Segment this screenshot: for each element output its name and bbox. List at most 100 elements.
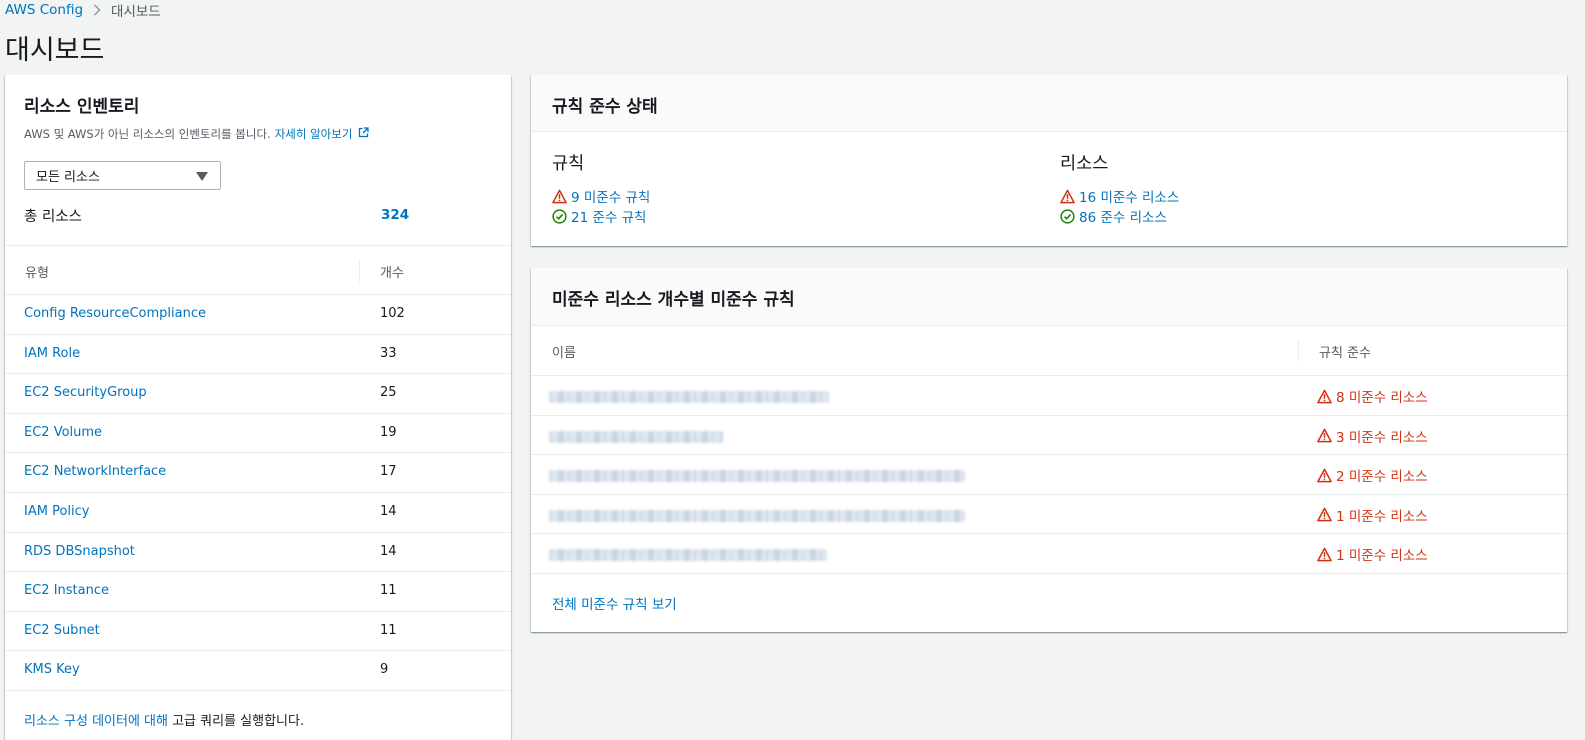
resource-type-link[interactable]: EC2 Subnet <box>24 623 100 638</box>
breadcrumb: AWS Config 대시보드 <box>5 0 161 20</box>
noncompliant-table-body: 8 미준수 리소스 3 미준수 리소스 2 미준수 리소스 1 미준수 리소스 <box>531 376 1567 574</box>
column-header-type[interactable]: 유형 <box>25 262 49 281</box>
rule-name-link-redacted[interactable] <box>549 509 965 522</box>
compliant-resources-link[interactable]: 86 준수 리소스 <box>1079 206 1167 226</box>
table-row: Config ResourceCompliance 102 <box>5 295 511 335</box>
rule-compliance-status: 8 미준수 리소스 <box>1317 386 1428 406</box>
table-row: 2 미준수 리소스 <box>531 455 1567 495</box>
column-header-name[interactable]: 이름 <box>552 342 576 361</box>
learn-more-link[interactable]: 자세히 알아보기 <box>275 126 369 142</box>
table-row: 1 미준수 리소스 <box>531 495 1567 535</box>
table-row: EC2 Volume 19 <box>5 414 511 454</box>
breadcrumb-current: 대시보드 <box>111 4 161 20</box>
resource-count: 25 <box>380 385 397 401</box>
breadcrumb-aws-config[interactable]: AWS Config <box>5 2 83 18</box>
check-circle-icon <box>1060 208 1075 224</box>
resources-heading: 리소스 <box>1060 154 1109 174</box>
noncompliant-resource-count: 3 미준수 리소스 <box>1336 429 1428 446</box>
resource-type-link[interactable]: KMS Key <box>24 662 80 677</box>
noncompliant-rules-title: 미준수 리소스 개수별 미준수 규칙 <box>552 290 795 310</box>
rule-compliance-status: 1 미준수 리소스 <box>1317 505 1428 525</box>
resource-filter-value: 모든 리소스 <box>36 170 100 185</box>
resource-count: 11 <box>380 622 397 638</box>
inventory-description: AWS 및 AWS가 아닌 리소스의 인벤토리를 봅니다. 자세히 알아보기 <box>24 126 369 142</box>
compliant-rules-link[interactable]: 21 준수 규칙 <box>571 206 646 226</box>
inventory-table-body: Config ResourceCompliance 102 IAM Role 33 … <box>5 295 511 691</box>
resource-type-link[interactable]: Config ResourceCompliance <box>24 306 206 321</box>
noncompliant-resource-count: 1 미준수 리소스 <box>1336 508 1428 525</box>
resource-count: 33 <box>380 345 397 361</box>
rule-name-link-redacted[interactable] <box>549 391 829 403</box>
column-divider <box>1298 340 1299 362</box>
resources-noncompliant-line: 16 미준수 리소스 <box>1060 186 1179 206</box>
noncompliant-resource-count: 8 미준수 리소스 <box>1336 390 1428 406</box>
noncompliant-resources-link[interactable]: 16 미준수 리소스 <box>1079 186 1179 206</box>
resource-type-link[interactable]: EC2 Instance <box>24 583 109 598</box>
rule-compliance-status: 1 미준수 리소스 <box>1317 544 1428 564</box>
resource-type-link[interactable]: RDS DBSnapshot <box>24 544 135 559</box>
check-circle-icon <box>552 208 567 224</box>
column-divider <box>359 260 360 282</box>
resource-count: 14 <box>380 543 397 559</box>
warning-icon <box>1317 389 1332 404</box>
resource-type-link[interactable]: EC2 NetworkInterface <box>24 464 166 479</box>
table-row: RDS DBSnapshot 14 <box>5 533 511 573</box>
total-resources-count[interactable]: 324 <box>381 207 409 223</box>
advanced-query-link[interactable]: 리소스 구성 데이터에 대해 <box>24 714 168 729</box>
rules-column: 규칙 9 미준수 규칙 21 준수 규칙 <box>552 150 650 226</box>
resource-count: 102 <box>380 306 405 321</box>
resource-filter-select[interactable]: 모든 리소스 <box>24 161 221 190</box>
view-all-noncompliant-rules-link[interactable]: 전체 미준수 규칙 보기 <box>552 593 677 613</box>
rule-name-link-redacted[interactable] <box>549 430 723 443</box>
compliance-header: 규칙 준수 상태 <box>531 75 1567 132</box>
noncompliant-resource-count: 2 미준수 리소스 <box>1336 469 1428 486</box>
table-row: IAM Role 33 <box>5 335 511 375</box>
inventory-description-text: AWS 및 AWS가 아닌 리소스의 인벤토리를 봅니다. <box>24 127 271 141</box>
column-header-count[interactable]: 개수 <box>380 262 404 281</box>
table-row: EC2 Subnet 11 <box>5 612 511 652</box>
resource-count: 14 <box>380 503 397 519</box>
noncompliant-table-header: 이름 규칙 준수 <box>531 326 1567 376</box>
external-link-icon <box>358 127 369 138</box>
compliance-title: 규칙 준수 상태 <box>552 97 658 117</box>
inventory-table-header: 유형 개수 <box>5 245 511 295</box>
table-row: EC2 NetworkInterface 17 <box>5 453 511 493</box>
warning-icon <box>552 189 567 204</box>
resource-type-link[interactable]: IAM Role <box>24 346 80 361</box>
table-row: EC2 Instance 11 <box>5 572 511 612</box>
noncompliant-rules-header: 미준수 리소스 개수별 미준수 규칙 <box>531 268 1567 326</box>
noncompliant-rules-link[interactable]: 9 미준수 규칙 <box>571 186 650 206</box>
resources-compliant-line: 86 준수 리소스 <box>1060 206 1179 226</box>
table-row: EC2 SecurityGroup 25 <box>5 374 511 414</box>
page-title: 대시보드 <box>5 35 105 66</box>
table-row: 1 미준수 리소스 <box>531 534 1567 574</box>
rules-noncompliant-line: 9 미준수 규칙 <box>552 186 650 206</box>
total-resources-label: 총 리소스 <box>24 209 82 225</box>
resource-type-link[interactable]: EC2 SecurityGroup <box>24 385 147 400</box>
advanced-query-footer: 리소스 구성 데이터에 대해 고급 쿼리를 실행합니다. <box>24 710 304 729</box>
column-header-compliance[interactable]: 규칙 준수 <box>1319 342 1371 361</box>
chevron-right-icon <box>93 4 101 16</box>
warning-icon <box>1317 507 1332 522</box>
resource-count: 17 <box>380 464 397 480</box>
noncompliant-rules-panel: 미준수 리소스 개수별 미준수 규칙 이름 규칙 준수 8 미준수 리소스 3 … <box>531 268 1567 632</box>
caret-down-icon <box>196 172 208 181</box>
advanced-query-text: 고급 쿼리를 실행합니다. <box>167 714 305 729</box>
resource-inventory-panel: 리소스 인벤토리 AWS 및 AWS가 아닌 리소스의 인벤토리를 봅니다. 자… <box>5 75 511 740</box>
resource-count: 9 <box>380 662 389 678</box>
rule-name-link-redacted[interactable] <box>549 470 965 483</box>
compliance-status-panel: 규칙 준수 상태 규칙 9 미준수 규칙 21 준수 규칙 리소스 16 미준수… <box>531 75 1567 246</box>
warning-icon <box>1060 189 1075 204</box>
warning-icon <box>1317 547 1332 562</box>
rules-heading: 규칙 <box>552 154 585 174</box>
warning-icon <box>1317 428 1332 443</box>
table-row: 3 미준수 리소스 <box>531 416 1567 456</box>
rule-name-link-redacted[interactable] <box>549 549 827 562</box>
rule-compliance-status: 2 미준수 리소스 <box>1317 465 1428 485</box>
resource-type-link[interactable]: IAM Policy <box>24 504 89 519</box>
learn-more-label: 자세히 알아보기 <box>274 127 353 141</box>
resource-type-link[interactable]: EC2 Volume <box>24 425 102 440</box>
rule-compliance-status: 3 미준수 리소스 <box>1317 426 1428 446</box>
resource-count: 11 <box>380 583 397 599</box>
table-row: 8 미준수 리소스 <box>531 376 1567 416</box>
